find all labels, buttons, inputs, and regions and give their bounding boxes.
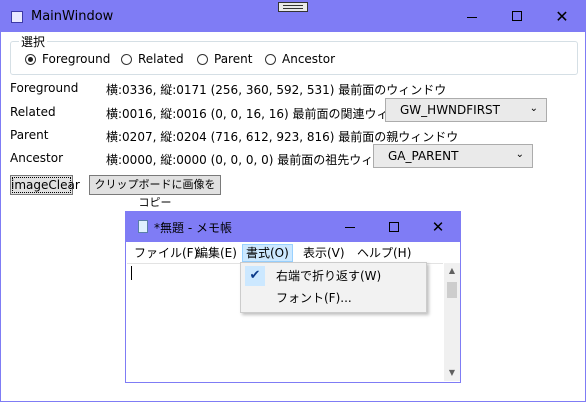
related-combobox-value: GW_HWNDFIRST xyxy=(400,103,500,117)
chevron-down-icon[interactable]: ⌄ xyxy=(530,103,538,114)
selection-group-legend: 選択 xyxy=(19,33,48,50)
radio-indicator[interactable] xyxy=(197,53,208,65)
radio-ancestor[interactable]: Ancestor xyxy=(265,52,335,66)
radio-label: Ancestor xyxy=(282,52,336,66)
close-button[interactable]: ✕ xyxy=(539,1,585,32)
radio-indicator[interactable] xyxy=(121,53,132,65)
related-info: 横:0016, 縦:0016 (0, 0, 16, 16) 最前面の関連ウィンド… xyxy=(106,107,425,121)
radio-foreground[interactable]: Foreground xyxy=(25,52,110,66)
radio-label: Foreground xyxy=(42,52,111,66)
image-clear-button[interactable]: imageClear xyxy=(10,175,80,195)
menu-help[interactable]: ヘルプ(H) xyxy=(354,245,414,261)
scroll-thumb[interactable] xyxy=(447,282,457,298)
selection-groupbox: 選択 Foreground Related Parent Ancestor xyxy=(10,33,578,75)
ancestor-combobox[interactable]: GA_PARENT ⌄ xyxy=(373,144,533,168)
foreground-label: Foreground xyxy=(10,81,79,95)
window-title: MainWindow xyxy=(31,9,114,24)
scroll-down-icon[interactable]: ▼ xyxy=(444,367,460,379)
notepad-icon xyxy=(138,220,148,233)
check-icon: ✔ xyxy=(245,266,265,286)
title-bar[interactable]: MainWindow ✕ xyxy=(1,1,585,32)
radio-indicator-selected[interactable] xyxy=(25,53,36,65)
ancestor-label: Ancestor xyxy=(10,151,64,165)
related-label: Related xyxy=(10,105,56,119)
copy-image-button[interactable]: クリップボードに画像をコピー xyxy=(89,175,221,209)
foreground-info: 横:0336, 縦:0171 (256, 360, 592, 531) 最前面の… xyxy=(106,83,447,97)
drag-grip-icon[interactable] xyxy=(278,2,308,12)
radio-label: Related xyxy=(138,52,184,66)
notepad-minimize-button[interactable] xyxy=(328,212,372,242)
parent-info: 横:0207, 縦:0204 (716, 612, 923, 816) 最前面の… xyxy=(106,130,459,144)
ancestor-info: 横:0000, 縦:0000 (0, 0, 0, 0) 最前面の祖先ウィンドウ xyxy=(106,153,410,167)
notepad-close-button[interactable]: ✕ xyxy=(416,212,460,242)
radio-indicator[interactable] xyxy=(265,53,276,65)
menu-item-font[interactable]: フォント(F)... xyxy=(241,287,426,309)
notepad-title-bar[interactable]: *無題 - メモ帳 ✕ xyxy=(126,212,460,242)
radio-label: Parent xyxy=(214,52,253,66)
notepad-menubar: ファイル(F) 編集(E) 書式(O) 表示(V) ヘルプ(H) xyxy=(126,243,460,262)
menu-item-word-wrap[interactable]: ✔ 右端で折り返す(W) xyxy=(241,265,426,287)
radio-parent[interactable]: Parent xyxy=(197,52,252,66)
menu-item-label: 右端で折り返す(W) xyxy=(276,269,382,283)
menu-view[interactable]: 表示(V) xyxy=(300,245,348,261)
ancestor-combobox-value: GA_PARENT xyxy=(388,149,459,163)
notepad-title: *無題 - メモ帳 xyxy=(154,221,232,235)
notepad-vertical-scrollbar[interactable]: ▲ ▼ xyxy=(444,263,460,381)
menu-file[interactable]: ファイル(F) xyxy=(131,245,201,261)
notepad-maximize-button[interactable] xyxy=(372,212,416,242)
app-icon xyxy=(11,11,23,23)
radio-related[interactable]: Related xyxy=(121,52,184,66)
scroll-up-icon[interactable]: ▲ xyxy=(444,265,460,277)
minimize-button[interactable] xyxy=(449,1,495,32)
chevron-down-icon[interactable]: ⌄ xyxy=(516,149,524,160)
maximize-button[interactable] xyxy=(494,1,540,32)
menu-edit[interactable]: 編集(E) xyxy=(193,245,240,261)
related-combobox[interactable]: GW_HWNDFIRST ⌄ xyxy=(385,98,547,122)
format-dropdown-menu: ✔ 右端で折り返す(W) フォント(F)... xyxy=(240,262,427,313)
text-caret xyxy=(131,266,132,280)
menu-format[interactable]: 書式(O) xyxy=(242,244,293,262)
parent-label: Parent xyxy=(10,128,49,142)
menu-item-label: フォント(F)... xyxy=(276,291,352,305)
